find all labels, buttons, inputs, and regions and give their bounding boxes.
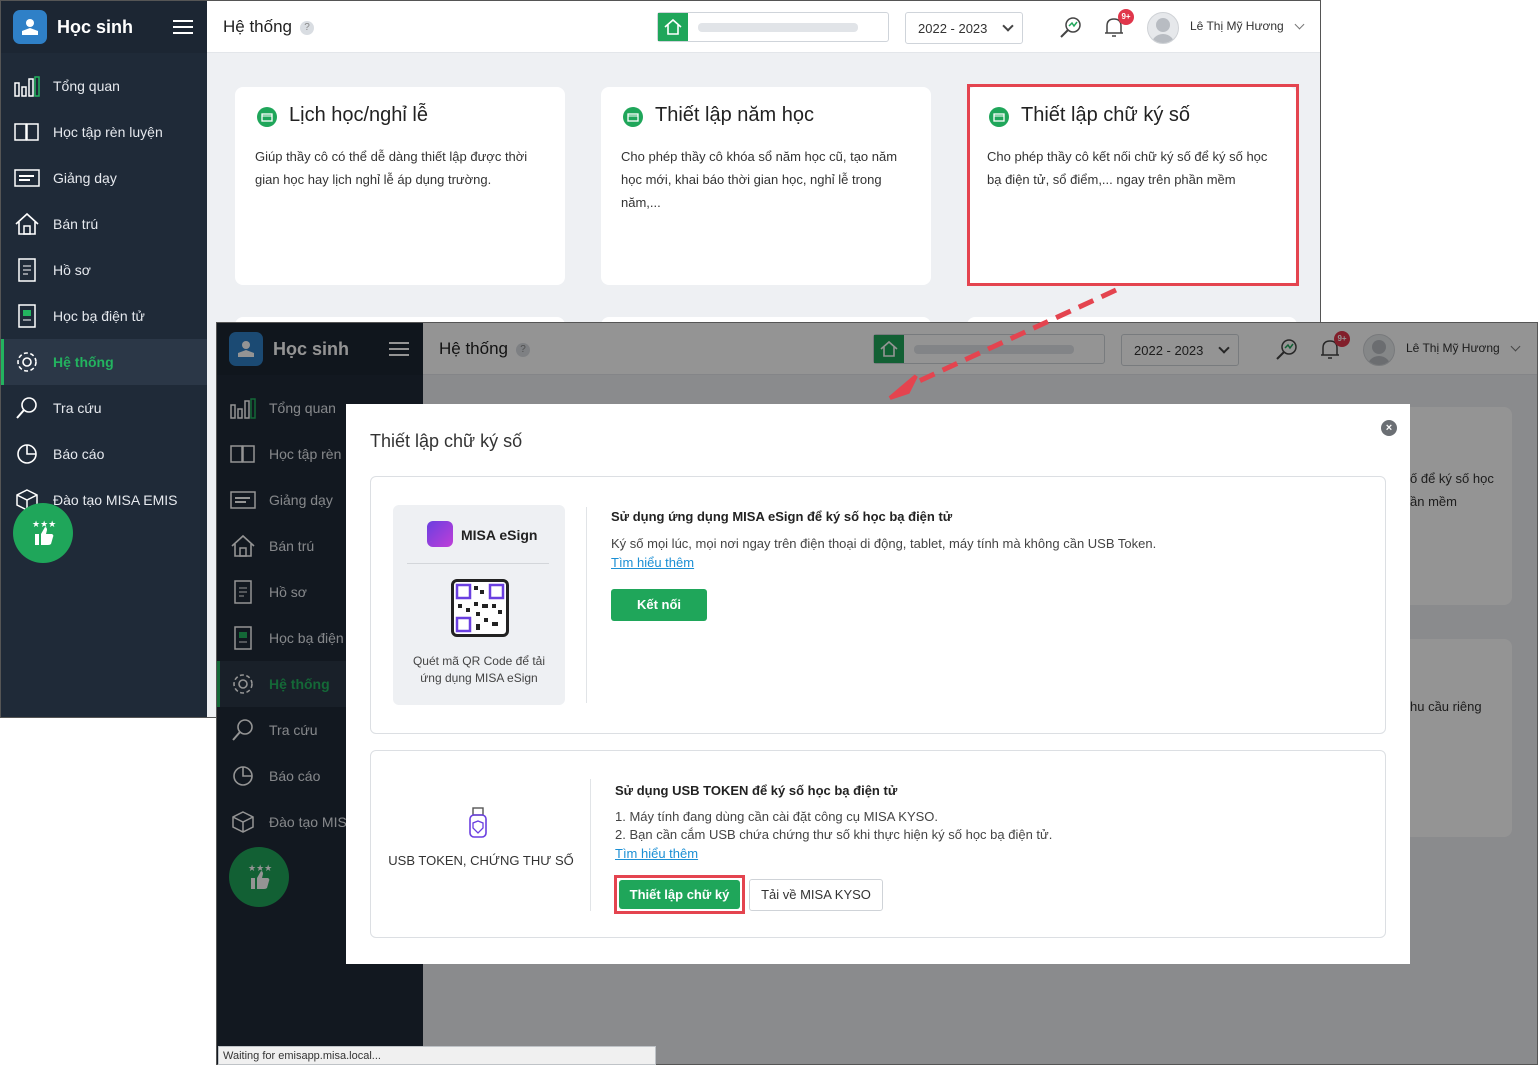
school-selector[interactable] bbox=[657, 12, 889, 42]
download-kyso-button[interactable]: Tải về MISA KYSO bbox=[749, 879, 883, 911]
sidebar-item-he-thong[interactable]: Hệ thống bbox=[1, 339, 207, 385]
misa-esign-logo-icon bbox=[427, 521, 453, 547]
setup-signature-button[interactable]: Thiết lập chữ ký bbox=[619, 880, 740, 909]
card-title: Lịch học/nghỉ lễ bbox=[289, 104, 428, 126]
document-icon bbox=[13, 256, 41, 284]
dialog-title: Thiết lập chữ ký số bbox=[370, 431, 523, 451]
esign-heading: Sử dụng ứng dụng MISA eSign để ký số học… bbox=[611, 509, 953, 524]
sidebar-item-ho-so[interactable]: Hồ sơ bbox=[1, 247, 207, 293]
svg-text:★★★: ★★★ bbox=[32, 520, 56, 530]
folder-icon bbox=[623, 107, 643, 127]
usb-step-2: 2. Bạn cần cắm USB chứa chứng thư số khi… bbox=[615, 827, 1053, 842]
divider bbox=[586, 507, 587, 703]
pointer-arrow bbox=[888, 287, 1118, 400]
card-description: Giúp thầy cô có thể dễ dàng thiết lập đư… bbox=[255, 149, 528, 187]
school-home-icon bbox=[658, 13, 688, 41]
help-icon[interactable]: ? bbox=[300, 20, 314, 35]
card-lich-hoc[interactable]: Lịch học/nghỉ lễ Giúp thầy cô có thể dễ … bbox=[235, 87, 565, 285]
divider bbox=[590, 779, 591, 911]
search-icon bbox=[13, 394, 41, 422]
menu-toggle-icon[interactable] bbox=[173, 16, 193, 38]
sidebar: Học sinh Tổng quan Học tập rèn luyện Giả… bbox=[1, 1, 207, 717]
top-bar: Hệ thống? 2022 - 2023 9+ Lê Thị Mỹ Hương bbox=[207, 1, 1320, 53]
sidebar-item-label: Báo cáo bbox=[53, 446, 105, 462]
pie-chart-icon bbox=[13, 440, 41, 468]
browser-status-bar: Waiting for emisapp.misa.local... bbox=[218, 1046, 656, 1065]
school-year-select[interactable]: 2022 - 2023 bbox=[905, 12, 1023, 44]
school-name-blurred bbox=[698, 23, 858, 32]
ebook-icon bbox=[13, 302, 41, 330]
user-name[interactable]: Lê Thị Mỹ Hương bbox=[1190, 19, 1284, 33]
sidebar-item-label: Bán trú bbox=[53, 216, 99, 232]
sidebar-item-label: Giảng dạy bbox=[53, 170, 117, 186]
card-title: Thiết lập năm học bbox=[655, 104, 814, 126]
sidebar-item-label: Đào tạo MISA EMIS bbox=[53, 492, 178, 508]
digital-signature-dialog: Thiết lập chữ ký số × MISA eSign Quét mã… bbox=[346, 404, 1410, 964]
connect-button[interactable]: Kết nối bbox=[611, 589, 707, 621]
chevron-down-icon[interactable] bbox=[1294, 19, 1305, 30]
usb-token-label: USB TOKEN, CHỨNG THƯ SỐ bbox=[388, 853, 574, 868]
card-thiet-lap-nam-hoc[interactable]: Thiết lập năm học Cho phép thầy cô khóa … bbox=[601, 87, 931, 285]
chevron-down-icon bbox=[1002, 20, 1014, 32]
page-title: Hệ thống? bbox=[223, 17, 314, 37]
sidebar-item-bao-cao[interactable]: Báo cáo bbox=[1, 431, 207, 477]
notification-badge: 9+ bbox=[1118, 9, 1134, 25]
esign-description: Ký số mọi lúc, mọi nơi ngay trên điện th… bbox=[611, 536, 1157, 551]
sidebar-item-giang-day[interactable]: Giảng dạy bbox=[1, 155, 207, 201]
sidebar-item-ban-tru[interactable]: Bán trú bbox=[1, 201, 207, 247]
folder-icon bbox=[257, 107, 277, 127]
usb-token-icon bbox=[467, 807, 489, 844]
avatar[interactable] bbox=[1147, 12, 1179, 44]
house-icon bbox=[13, 210, 41, 238]
esign-learn-more-link[interactable]: Tìm hiểu thêm bbox=[611, 555, 694, 570]
sidebar-item-tong-quan[interactable]: Tổng quan bbox=[1, 63, 207, 109]
sidebar-item-label: Hệ thống bbox=[53, 354, 114, 370]
app-name: Học sinh bbox=[57, 16, 134, 37]
sidebar-header: Học sinh bbox=[1, 1, 207, 53]
sidebar-item-label: Tổng quan bbox=[53, 78, 120, 94]
esign-qr-box: MISA eSign Quét mã QR Code để tải ứng dụ… bbox=[393, 505, 565, 705]
esign-brand: MISA eSign bbox=[461, 527, 538, 543]
app-logo-icon bbox=[13, 10, 47, 44]
close-icon[interactable]: × bbox=[1381, 420, 1397, 436]
card-description: Cho phép thầy cô khóa sổ năm học cũ, tạo… bbox=[621, 149, 898, 210]
sidebar-item-hoc-tap[interactable]: Học tập rèn luyện bbox=[1, 109, 207, 155]
sidebar-item-tra-cuu[interactable]: Tra cứu bbox=[1, 385, 207, 431]
book-icon bbox=[13, 118, 41, 146]
bell-icon[interactable]: 9+ bbox=[1100, 9, 1134, 41]
sidebar-item-hoc-ba[interactable]: Học bạ điện tử bbox=[1, 293, 207, 339]
usb-heading: Sử dụng USB TOKEN để ký số học bạ điện t… bbox=[615, 783, 898, 798]
sidebar-item-label: Học bạ điện tử bbox=[53, 308, 145, 324]
sidebar-item-label: Tra cứu bbox=[53, 400, 102, 416]
feedback-thumbs-up-icon[interactable]: ★★★ bbox=[13, 503, 73, 563]
usb-token-panel: USB TOKEN, CHỨNG THƯ SỐ Sử dụng USB TOKE… bbox=[370, 750, 1386, 938]
usb-step-1: 1. Máy tính đang dùng cần cài đặt công c… bbox=[615, 809, 939, 824]
usb-learn-more-link[interactable]: Tìm hiểu thêm bbox=[615, 846, 698, 861]
divider bbox=[407, 563, 549, 564]
qr-code-icon bbox=[451, 579, 509, 637]
gear-icon bbox=[13, 348, 41, 376]
esign-panel: MISA eSign Quét mã QR Code để tải ứng dụ… bbox=[370, 476, 1386, 734]
analytics-search-icon[interactable] bbox=[1057, 13, 1085, 41]
sidebar-item-label: Học tập rèn luyện bbox=[53, 124, 163, 140]
qr-instruction: Quét mã QR Code để tải ứng dụng MISA eSi… bbox=[412, 654, 546, 685]
card-highlight-box bbox=[967, 84, 1299, 286]
sidebar-item-label: Hồ sơ bbox=[53, 262, 91, 278]
bar-chart-icon bbox=[13, 72, 41, 100]
board-icon bbox=[13, 164, 41, 192]
